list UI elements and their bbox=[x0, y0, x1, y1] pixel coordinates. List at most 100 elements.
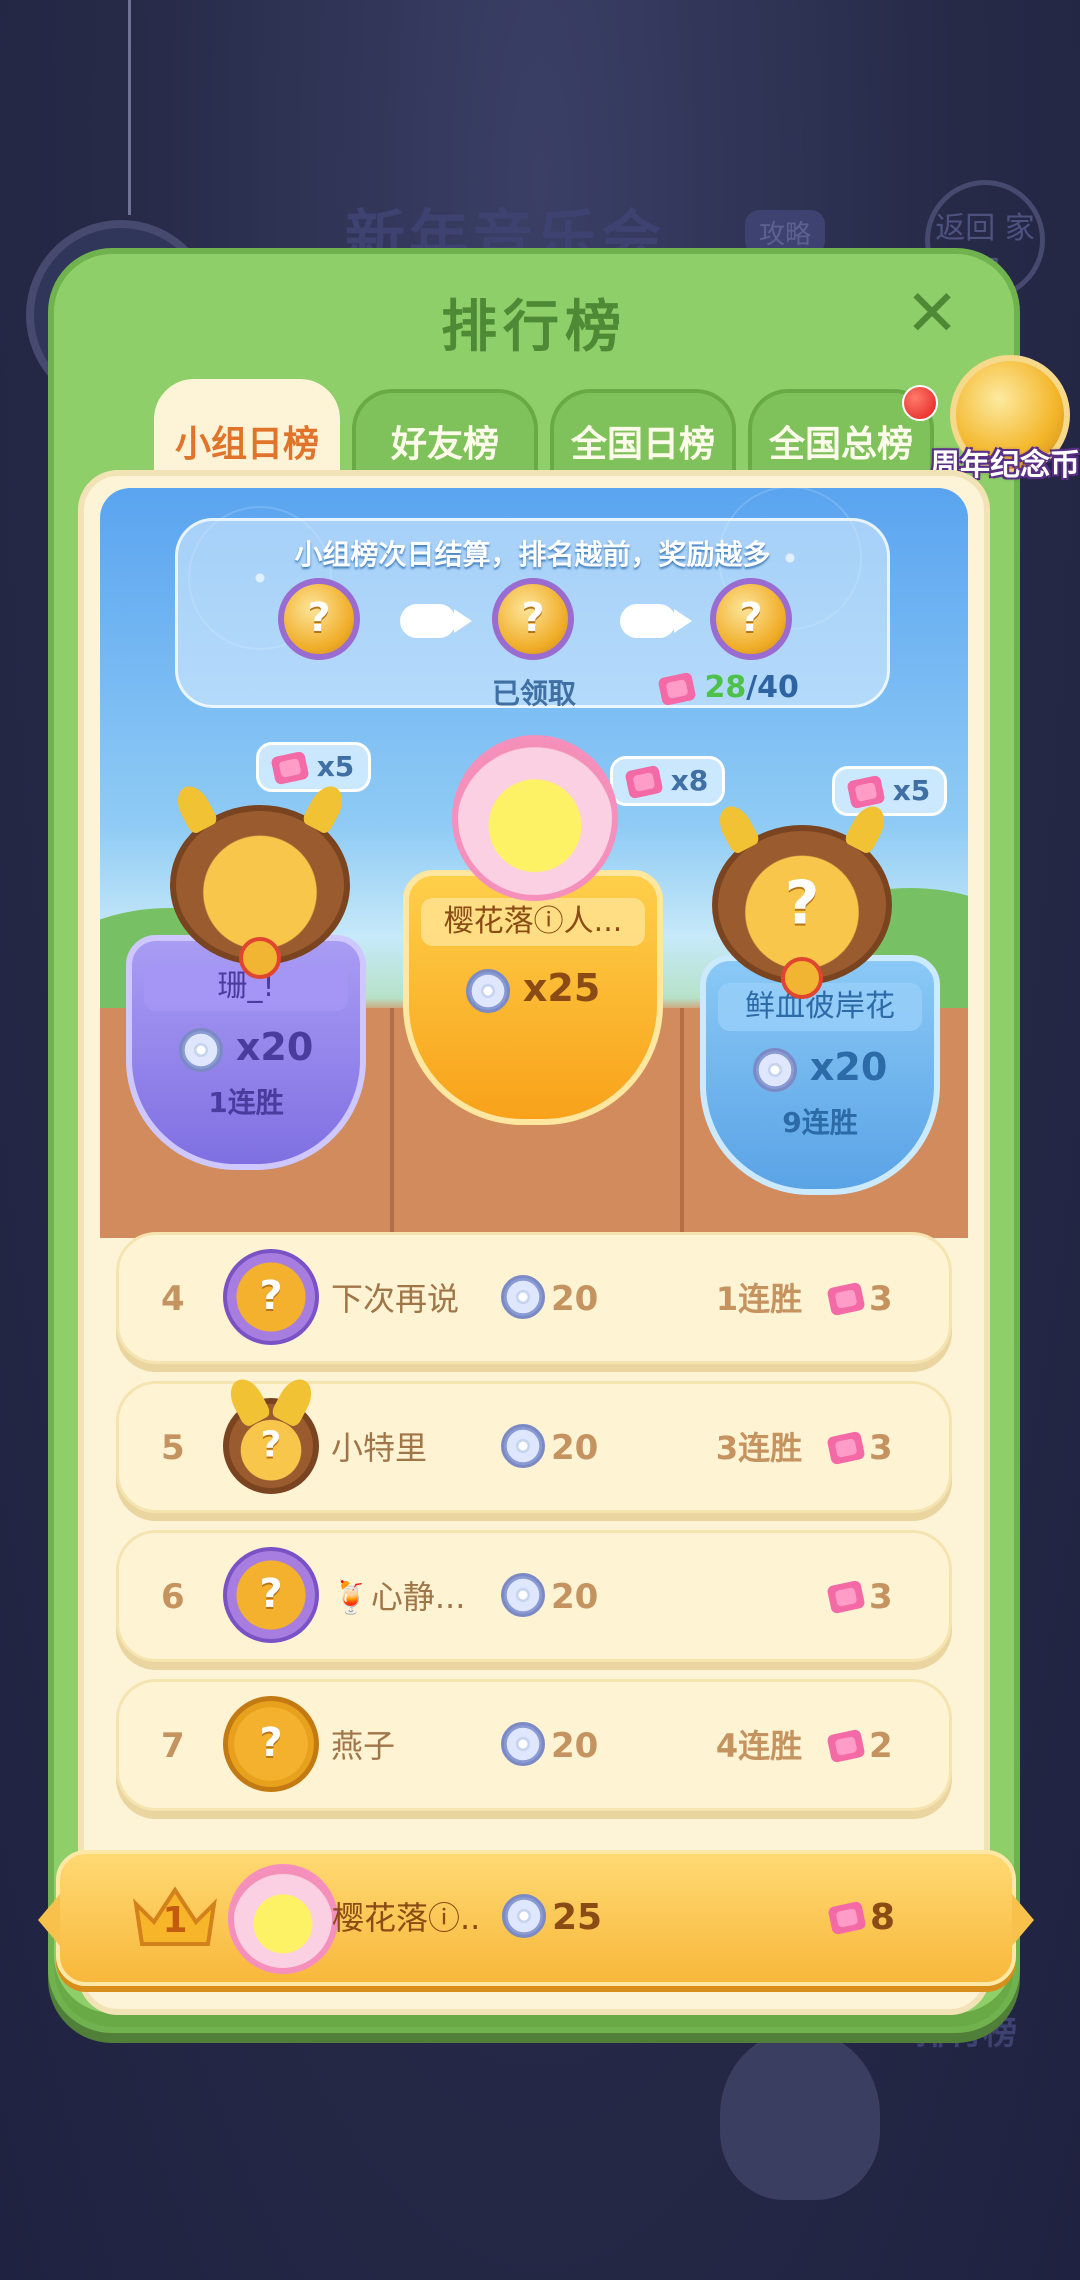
avatar: ? bbox=[223, 1398, 319, 1494]
mystery-coin-hat-icon[interactable]: ? bbox=[710, 578, 792, 660]
my-rank-row[interactable]: 1 樱花落ⓘ... 25 8 bbox=[38, 1850, 1034, 1986]
my-tickets: 8 bbox=[870, 1897, 896, 1938]
progress-current: 28 bbox=[704, 670, 747, 705]
ticket-icon bbox=[270, 750, 310, 786]
avatar-second[interactable] bbox=[170, 805, 350, 979]
row-tickets: 3 bbox=[869, 1428, 893, 1468]
milestone-glyph: ? bbox=[521, 595, 545, 641]
win-streak: 1连胜 bbox=[208, 1086, 284, 1119]
row-score: 20 bbox=[551, 1279, 599, 1319]
player-name: 樱花落ⓘ人... bbox=[421, 898, 645, 946]
ticket-progress: 28/40 bbox=[657, 670, 799, 706]
mystery-coin-icon[interactable]: ? bbox=[278, 578, 360, 660]
question-mark-icon: ? bbox=[260, 1424, 282, 1466]
row-streak: 3连胜 bbox=[715, 1429, 803, 1467]
ticket-icon bbox=[657, 671, 697, 706]
hanging-string bbox=[128, 0, 131, 215]
mystery-coin-guitar-icon[interactable]: ? bbox=[492, 578, 574, 660]
row-score: 20 bbox=[551, 1577, 599, 1617]
table-row[interactable]: 6 ? 🍹心静... 20 3 bbox=[116, 1530, 952, 1662]
notification-dot-icon bbox=[902, 385, 938, 421]
row-tickets: 3 bbox=[869, 1279, 893, 1319]
reward-bubble-second: x5 bbox=[256, 742, 372, 792]
question-mark-icon: ? bbox=[259, 1273, 283, 1320]
reward-tickets: x5 bbox=[316, 750, 355, 783]
disc-icon bbox=[465, 968, 510, 1013]
avatar-third[interactable]: ? bbox=[712, 825, 892, 999]
arrow-right-icon bbox=[400, 604, 472, 638]
win-streak: 9连胜 bbox=[782, 1106, 858, 1139]
ticket-icon bbox=[826, 1281, 866, 1317]
avatar bbox=[228, 1864, 338, 1974]
player-score: x20 bbox=[706, 1045, 934, 1092]
reward-tickets: x5 bbox=[892, 774, 931, 807]
tab-label: 全国总榜 bbox=[768, 424, 913, 465]
reward-info-text: 小组榜次日结算，排名越前，奖励越多 bbox=[294, 538, 771, 571]
podium-third-place[interactable]: 鲜血彼岸花 x20 9连胜 bbox=[700, 955, 940, 1195]
row-rank: 7 bbox=[161, 1726, 185, 1766]
score-value: x25 bbox=[522, 966, 601, 1010]
ticket-icon bbox=[826, 1728, 866, 1764]
plank bbox=[390, 1008, 394, 1238]
row-tickets: 3 bbox=[869, 1577, 893, 1617]
my-rank: 1 bbox=[162, 1900, 188, 1941]
bell-icon bbox=[781, 957, 823, 999]
row-tickets: 2 bbox=[869, 1726, 893, 1766]
score-value: x20 bbox=[809, 1045, 888, 1089]
avatar: ? bbox=[223, 1696, 319, 1792]
arrow-right-icon bbox=[620, 604, 692, 638]
disc-icon bbox=[501, 1275, 545, 1319]
question-mark-icon: ? bbox=[784, 868, 820, 939]
milestone-glyph: ? bbox=[307, 595, 331, 641]
row-score: 20 bbox=[551, 1428, 599, 1468]
row-streak: 1连胜 bbox=[715, 1280, 803, 1318]
disc-icon bbox=[502, 1894, 546, 1938]
bell-icon bbox=[239, 937, 281, 979]
question-mark-icon: ? bbox=[259, 1571, 283, 1618]
disc-icon bbox=[501, 1573, 545, 1617]
bunny-mascot bbox=[720, 2030, 880, 2200]
milestone-glyph: ? bbox=[739, 595, 763, 641]
disc-icon bbox=[752, 1047, 797, 1092]
plank bbox=[680, 1008, 684, 1238]
ticket-icon bbox=[826, 1430, 866, 1466]
avatar: ? bbox=[223, 1547, 319, 1643]
disc-icon bbox=[501, 1424, 545, 1468]
row-name: 下次再说 bbox=[331, 1280, 460, 1318]
table-row[interactable]: 4 ? 下次再说 20 1连胜 3 bbox=[116, 1232, 952, 1364]
ticket-icon bbox=[624, 764, 664, 800]
leaderboard-tabs: 小组日榜 好友榜 全国日榜 全国总榜 bbox=[154, 379, 954, 487]
question-mark-icon: ? bbox=[259, 1720, 283, 1767]
player-score: x25 bbox=[409, 966, 657, 1013]
player-score: x20 bbox=[132, 1025, 360, 1072]
row-rank: 6 bbox=[161, 1577, 185, 1617]
disc-icon bbox=[501, 1722, 545, 1766]
reward-bubble-third: x5 bbox=[832, 766, 948, 816]
row-name: 🍹心静... bbox=[331, 1578, 466, 1616]
ticket-icon bbox=[827, 1900, 867, 1936]
table-row[interactable]: 5 ? 小特里 20 3连胜 3 bbox=[116, 1381, 952, 1513]
progress-total: /40 bbox=[746, 670, 799, 705]
my-name: 樱花落ⓘ... bbox=[332, 1899, 482, 1937]
avatar: ? bbox=[223, 1249, 319, 1345]
close-icon[interactable]: ✕ bbox=[902, 282, 962, 346]
reward-tickets: x8 bbox=[670, 764, 709, 797]
score-value: x20 bbox=[235, 1025, 314, 1069]
row-rank: 5 bbox=[161, 1428, 185, 1468]
row-name: 小特里 bbox=[331, 1429, 428, 1467]
table-row[interactable]: 7 ? 燕子 20 4连胜 2 bbox=[116, 1679, 952, 1811]
modal-title: 排行榜 bbox=[441, 295, 627, 360]
podium-first-place[interactable]: 樱花落ⓘ人... x25 bbox=[403, 870, 663, 1125]
ticket-icon bbox=[826, 1579, 866, 1615]
avatar-first[interactable] bbox=[452, 735, 618, 901]
reward-bubble-first: x8 bbox=[610, 756, 726, 806]
row-rank: 4 bbox=[161, 1279, 185, 1319]
ticket-icon bbox=[846, 774, 886, 810]
row-streak: 4连胜 bbox=[715, 1727, 803, 1765]
player-name: 鲜血彼岸花 bbox=[718, 983, 922, 1031]
disc-icon bbox=[178, 1027, 223, 1072]
crown-icon: 1 bbox=[130, 1882, 220, 1952]
row-name: 燕子 bbox=[331, 1727, 396, 1765]
claimed-label: 已领取 bbox=[492, 677, 577, 710]
my-score: 25 bbox=[552, 1897, 603, 1938]
